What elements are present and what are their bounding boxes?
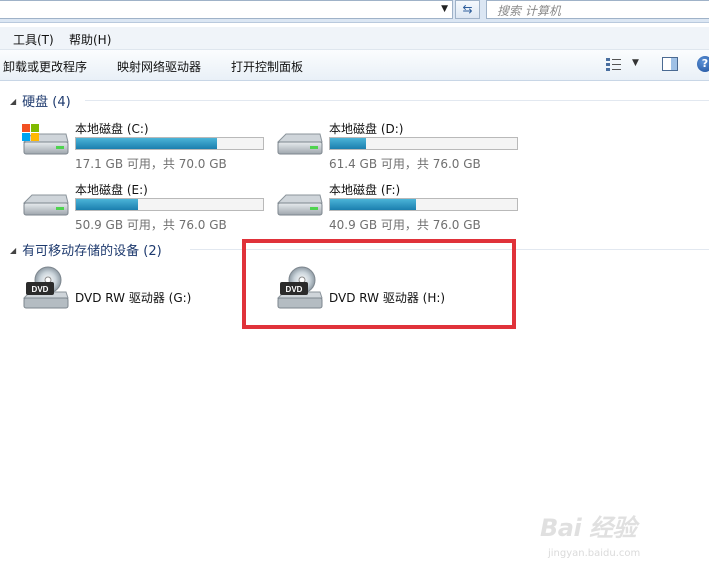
watermark-logo: Bai 经验	[540, 514, 637, 542]
drive-free-space: 17.1 GB 可用，共 70.0 GB	[75, 157, 227, 171]
search-input[interactable]: 搜索 计算机	[486, 0, 709, 19]
system-drive-icon	[22, 124, 69, 155]
drive-name: 本地磁盘 (F:)	[329, 183, 401, 197]
drive-free-space: 50.9 GB 可用，共 76.0 GB	[75, 218, 227, 232]
group-divider	[85, 100, 709, 101]
menu-help[interactable]: 帮助(H)	[69, 31, 111, 48]
address-bar: ▼ ⇆ 搜索 计算机	[0, 0, 709, 23]
drive-name: 本地磁盘 (C:)	[75, 122, 149, 136]
dvd-drive-icon: DVD	[22, 266, 69, 309]
refresh-icon[interactable]: ⇆	[455, 0, 480, 19]
collapse-triangle-icon[interactable]: ◢	[10, 246, 16, 255]
hard-drive-icon	[276, 194, 323, 216]
usage-fill	[330, 199, 417, 210]
group-header-removable[interactable]: ◢ 有可移动存储的设备 (2)	[10, 240, 162, 259]
address-input[interactable]: ▼	[0, 0, 453, 19]
drive-name: 本地磁盘 (E:)	[75, 183, 148, 197]
usage-fill	[76, 199, 138, 210]
open-control-panel-button[interactable]: 打开控制面板	[231, 58, 303, 75]
command-bar: 卸载或更改程序 映射网络驱动器 打开控制面板 ▼ ?	[0, 50, 709, 81]
help-icon[interactable]: ?	[697, 56, 709, 72]
view-dropdown-icon[interactable]: ▼	[632, 58, 639, 68]
view-options-icon[interactable]	[606, 57, 622, 71]
usage-bar	[329, 198, 518, 211]
group-title: 硬盘 (4)	[22, 95, 71, 110]
dvd-drive-g[interactable]: DVD DVD RW 驱动器 (G:)	[20, 266, 260, 314]
address-dropdown-icon[interactable]: ▼	[441, 4, 448, 14]
group-title: 有可移动存储的设备 (2)	[22, 244, 162, 259]
usage-bar	[75, 198, 264, 211]
preview-pane-icon[interactable]	[662, 57, 678, 71]
usage-bar	[75, 137, 264, 150]
group-header-hard-disks[interactable]: ◢ 硬盘 (4)	[10, 91, 71, 110]
menu-bar: 工具(T) 帮助(H)	[0, 27, 709, 50]
map-network-drive-button[interactable]: 映射网络驱动器	[117, 58, 201, 75]
drive-e[interactable]: 本地磁盘 (E:) 50.9 GB 可用，共 76.0 GB	[20, 181, 270, 232]
hard-drive-icon	[22, 194, 69, 216]
drive-d[interactable]: 本地磁盘 (D:) 61.4 GB 可用，共 76.0 GB	[274, 120, 524, 171]
dvd-drive-name: DVD RW 驱动器 (G:)	[75, 291, 192, 305]
highlight-box	[242, 239, 516, 329]
drive-name: 本地磁盘 (D:)	[329, 122, 404, 136]
drive-c[interactable]: 本地磁盘 (C:) 17.1 GB 可用，共 70.0 GB	[20, 120, 270, 171]
drive-free-space: 61.4 GB 可用，共 76.0 GB	[329, 157, 481, 171]
drive-free-space: 40.9 GB 可用，共 76.0 GB	[329, 218, 481, 232]
collapse-triangle-icon[interactable]: ◢	[10, 97, 16, 106]
search-placeholder: 搜索 计算机	[497, 4, 561, 18]
drive-f[interactable]: 本地磁盘 (F:) 40.9 GB 可用，共 76.0 GB	[274, 181, 524, 232]
watermark-url: jingyan.baidu.com	[548, 548, 641, 559]
dvd-icon-label: DVD	[32, 285, 49, 294]
uninstall-program-button[interactable]: 卸载或更改程序	[3, 58, 87, 75]
usage-bar	[329, 137, 518, 150]
usage-fill	[330, 138, 366, 149]
usage-fill	[76, 138, 218, 149]
hard-drive-icon	[276, 133, 323, 155]
watermark: Bai 经验 jingyan.baidu.com	[532, 500, 702, 570]
menu-tools[interactable]: 工具(T)	[13, 31, 54, 48]
